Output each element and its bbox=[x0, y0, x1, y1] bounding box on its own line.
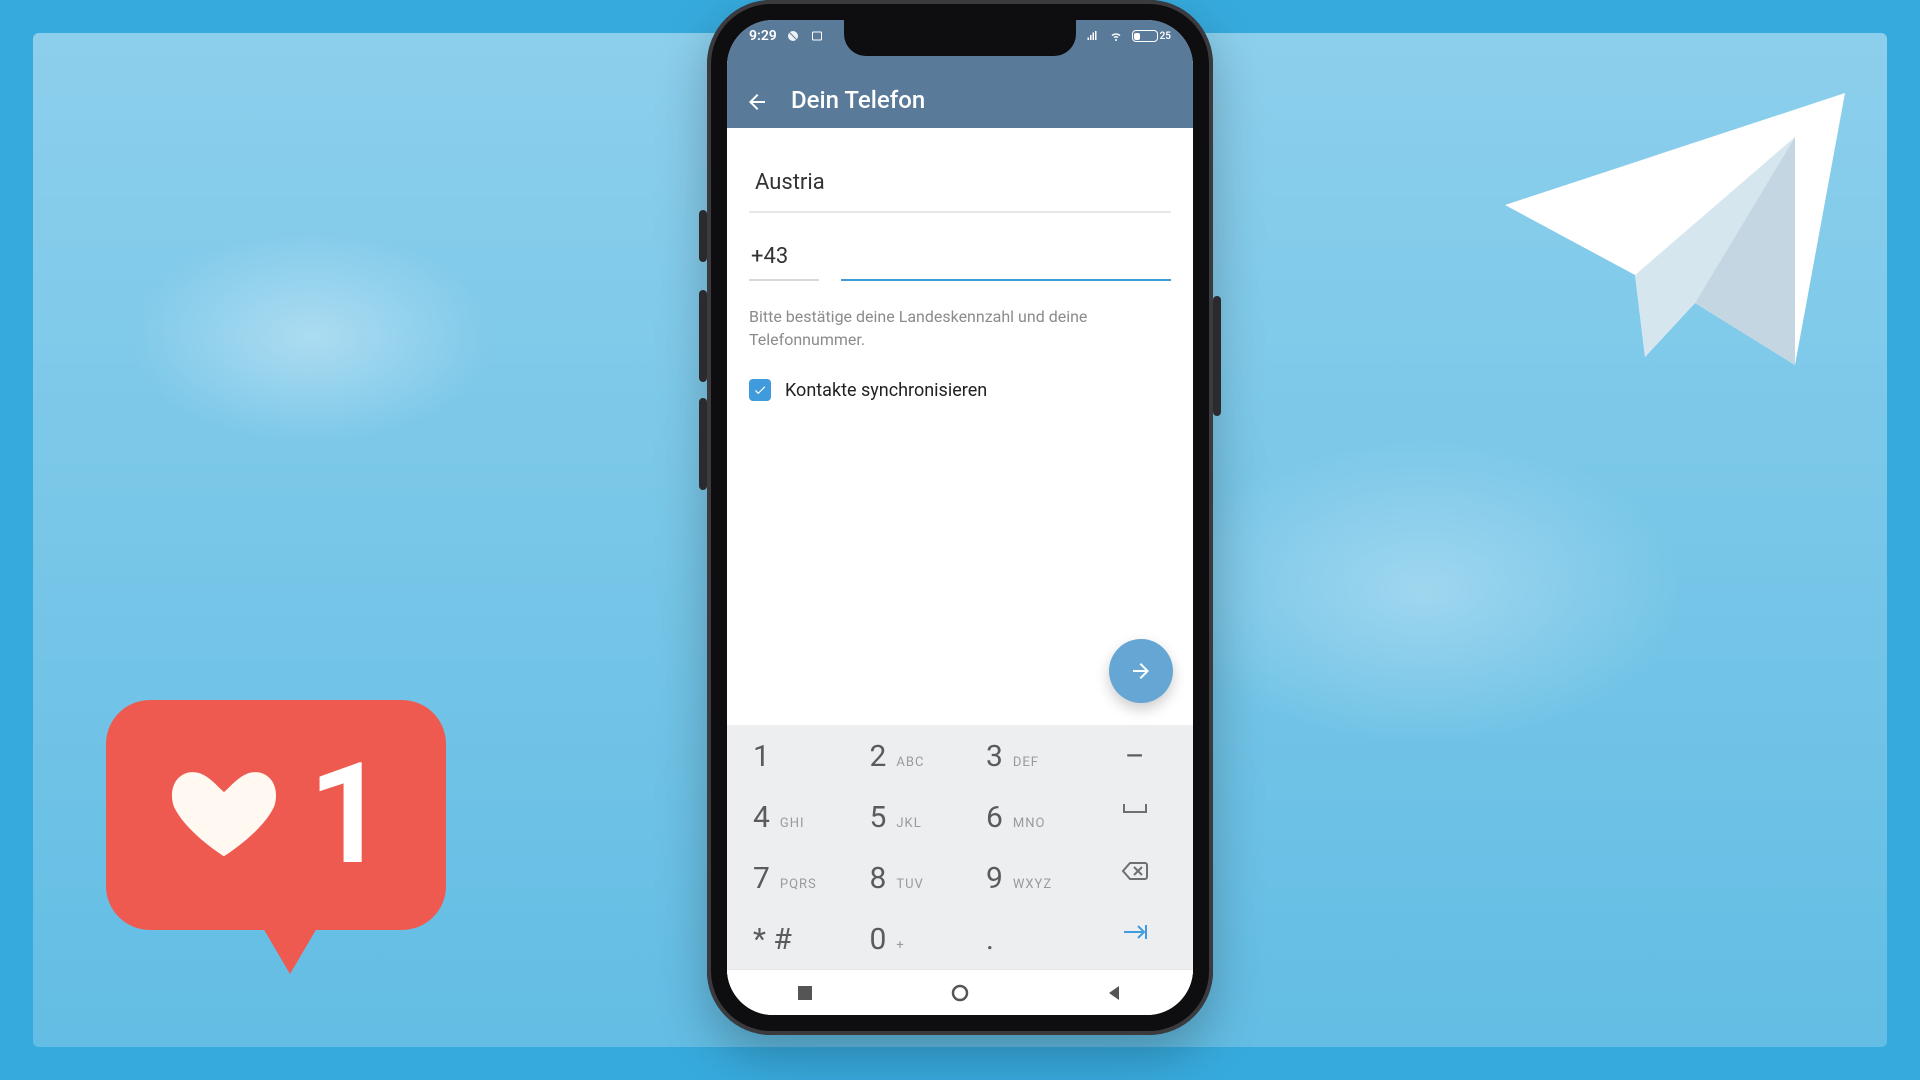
nav-recent-button[interactable] bbox=[795, 983, 815, 1003]
nav-back-button[interactable] bbox=[1105, 983, 1125, 1003]
key-backspace[interactable] bbox=[1077, 847, 1194, 908]
page-title: Dein Telefon bbox=[791, 86, 925, 114]
key-3[interactable]: 3DEF bbox=[960, 725, 1077, 786]
telegram-plane-icon bbox=[1495, 75, 1855, 375]
numeric-keypad: 1 2ABC 3DEF – 4GHI 5JKL 6MNO 7PQRS 8TUV … bbox=[727, 725, 1193, 1015]
tab-next-icon bbox=[1121, 922, 1149, 942]
continue-button[interactable] bbox=[1109, 639, 1173, 703]
phone-side-button bbox=[1213, 296, 1221, 416]
back-button[interactable] bbox=[745, 90, 769, 114]
key-dash[interactable]: – bbox=[1077, 725, 1194, 786]
triangle-left-icon bbox=[1105, 983, 1125, 1003]
heart-icon bbox=[164, 760, 284, 870]
key-space[interactable] bbox=[1077, 786, 1194, 847]
phone-side-button bbox=[699, 398, 707, 490]
space-icon bbox=[1121, 800, 1149, 818]
key-7[interactable]: 7PQRS bbox=[727, 847, 844, 908]
battery-percent: 25 bbox=[1160, 31, 1171, 42]
phone-number-input[interactable] bbox=[841, 233, 1171, 281]
like-bubble: 1 bbox=[106, 700, 446, 980]
phone-screen: 9:29 25 Dein Telefon bbox=[727, 20, 1193, 1015]
key-1[interactable]: 1 bbox=[727, 725, 844, 786]
sync-contacts-label: Kontakte synchronisieren bbox=[785, 380, 987, 401]
sync-contacts-checkbox[interactable] bbox=[749, 379, 771, 401]
key-next[interactable] bbox=[1077, 908, 1194, 969]
content-area: Austria +43 Bitte bestätige deine Landes… bbox=[727, 128, 1193, 1015]
key-4[interactable]: 4GHI bbox=[727, 786, 844, 847]
key-dot[interactable]: . bbox=[960, 908, 1077, 969]
phone-side-button bbox=[699, 210, 707, 262]
key-5[interactable]: 5JKL bbox=[844, 786, 961, 847]
android-nav-bar bbox=[727, 969, 1193, 1015]
wifi-icon bbox=[1108, 30, 1124, 42]
key-9[interactable]: 9WXYZ bbox=[960, 847, 1077, 908]
battery-indicator: 25 bbox=[1132, 30, 1171, 42]
check-icon bbox=[753, 383, 767, 397]
dial-code-field[interactable]: +43 bbox=[749, 234, 819, 281]
status-time: 9:29 bbox=[749, 28, 777, 44]
backspace-icon bbox=[1121, 861, 1149, 881]
square-icon bbox=[795, 983, 815, 1003]
phone-frame: 9:29 25 Dein Telefon bbox=[707, 0, 1213, 1035]
canvas-background: 1 9:29 25 bbox=[0, 0, 1920, 1080]
key-symbols[interactable]: * # bbox=[727, 908, 844, 969]
country-selector[interactable]: Austria bbox=[749, 152, 1171, 213]
nav-home-button[interactable] bbox=[950, 983, 970, 1003]
key-0[interactable]: 0+ bbox=[844, 908, 961, 969]
key-6[interactable]: 6MNO bbox=[960, 786, 1077, 847]
arrow-left-icon bbox=[745, 90, 769, 114]
like-count: 1 bbox=[308, 733, 388, 897]
circle-icon bbox=[950, 983, 970, 1003]
phone-notch bbox=[844, 20, 1076, 56]
key-8[interactable]: 8TUV bbox=[844, 847, 961, 908]
arrow-right-icon bbox=[1129, 659, 1153, 683]
helper-text: Bitte bestätige deine Landeskennzahl und… bbox=[749, 281, 1109, 351]
calendar-icon bbox=[809, 30, 825, 42]
key-2[interactable]: 2ABC bbox=[844, 725, 961, 786]
do-not-disturb-icon bbox=[785, 30, 801, 42]
phone-side-button bbox=[699, 290, 707, 382]
signal-icon bbox=[1084, 30, 1100, 42]
like-bubble-tail bbox=[256, 916, 324, 974]
